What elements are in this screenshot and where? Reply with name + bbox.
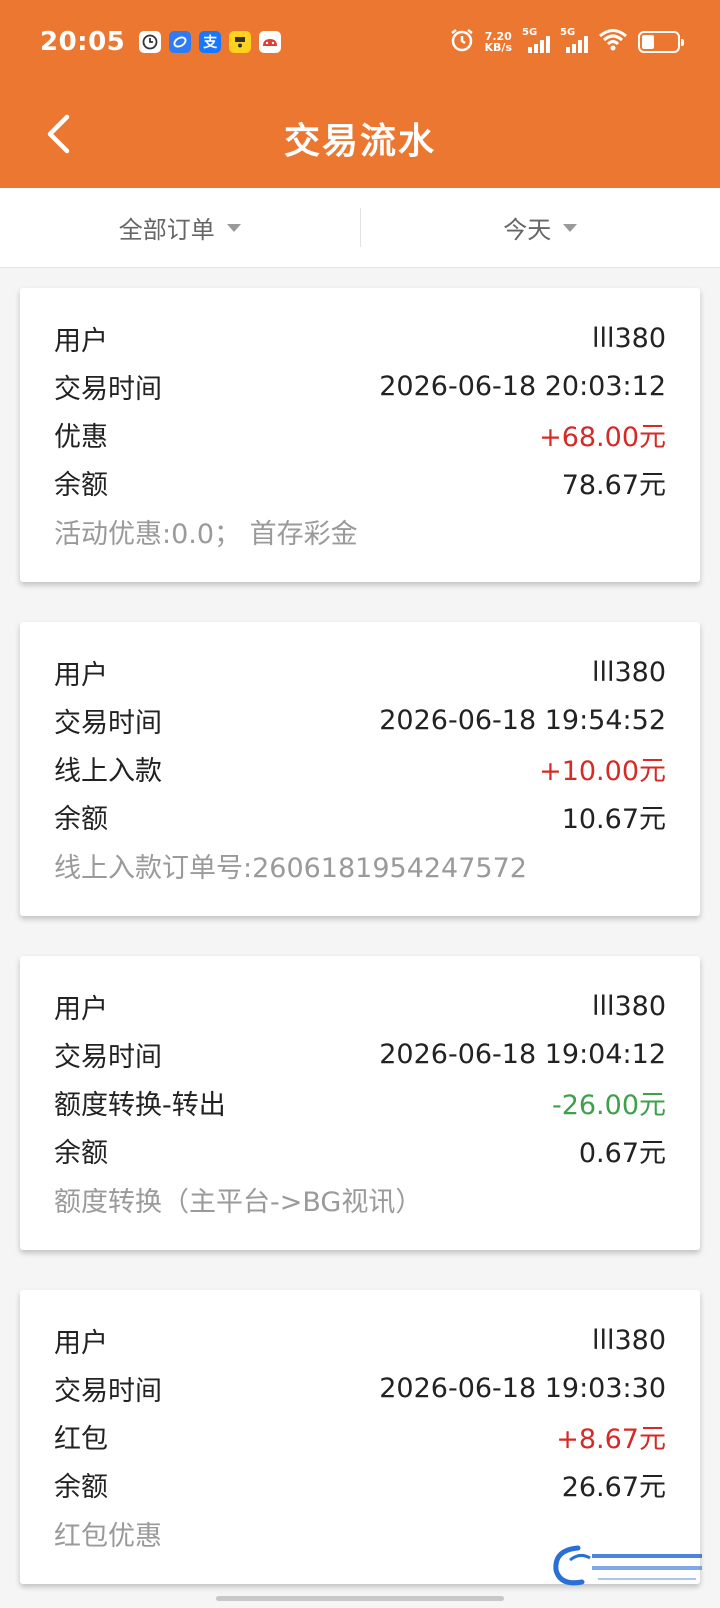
time-value: 2026-06-18 19:04:12: [379, 1038, 666, 1070]
type-label: 优惠: [54, 421, 108, 453]
balance-value: 26.67元: [561, 1471, 666, 1503]
battery-icon: [638, 31, 684, 53]
watermark-logo: [548, 1540, 708, 1590]
balance-label: 余额: [54, 803, 108, 835]
transaction-card[interactable]: 用户 lll380 交易时间 2026-06-18 19:54:52 线上入款 +10…: [20, 622, 700, 916]
user-label: 用户: [54, 659, 108, 691]
page-title: 交易流水: [283, 121, 436, 162]
signal-1-label: 5G: [522, 27, 538, 38]
status-time: 20:05: [40, 27, 126, 57]
alipay-app-icon: 支: [199, 31, 222, 53]
transaction-note: 活动优惠:0.0； 首存彩金: [54, 518, 358, 550]
amount-value: +8.67元: [556, 1423, 666, 1455]
alarm-icon: [449, 27, 475, 57]
type-label: 红包: [54, 1423, 108, 1455]
status-app-icons: 支: [139, 31, 282, 53]
date-filter-label: 今天: [503, 216, 552, 244]
clock-app-icon: [139, 31, 162, 53]
user-value: lll380: [591, 656, 666, 688]
user-value: lll380: [591, 322, 666, 354]
user-label: 用户: [54, 325, 108, 357]
taobao-app-icon: [229, 31, 252, 53]
title-bar: 交易流水: [0, 84, 720, 188]
caret-down-icon: [226, 223, 241, 232]
user-label: 用户: [54, 1327, 108, 1359]
balance-value: 10.67元: [561, 803, 666, 835]
user-label: 用户: [54, 993, 108, 1025]
user-value: lll380: [591, 990, 666, 1022]
signal-2-icon: 5G: [560, 27, 588, 53]
balance-value: 0.67元: [578, 1137, 666, 1169]
time-value: 2026-06-18 19:03:30: [379, 1372, 666, 1404]
wifi-icon: [598, 28, 628, 56]
transaction-card[interactable]: 用户 lll380 交易时间 2026-06-18 20:03:12 优惠 +68.0…: [20, 288, 700, 582]
order-type-label: 全部订单: [118, 216, 215, 244]
filter-bar: 全部订单 今天: [0, 188, 720, 268]
amount-value: +68.00元: [539, 421, 666, 453]
amount-value: -26.00元: [551, 1089, 666, 1121]
time-value: 2026-06-18 19:54:52: [379, 704, 666, 736]
balance-value: 78.67元: [561, 469, 666, 501]
time-label: 交易时间: [54, 1375, 162, 1407]
transaction-note: 额度转换（主平台->BG视讯）: [54, 1186, 423, 1218]
caret-down-icon: [563, 223, 578, 232]
type-label: 额度转换-转出: [54, 1089, 226, 1121]
balance-label: 余额: [54, 1137, 108, 1169]
battery-fill: [642, 35, 654, 49]
time-label: 交易时间: [54, 707, 162, 739]
order-type-filter[interactable]: 全部订单: [0, 188, 360, 267]
amount-value: +10.00元: [539, 755, 666, 787]
game-app-icon: [259, 31, 282, 53]
time-value: 2026-06-18 20:03:12: [379, 370, 666, 402]
time-label: 交易时间: [54, 373, 162, 405]
browser-app-icon: [169, 31, 192, 53]
status-bar: 20:05 支 7.20 KB/s 5G 5G: [0, 0, 720, 84]
status-indicators: 7.20 KB/s 5G 5G: [449, 27, 684, 57]
signal-2-label: 5G: [560, 27, 576, 38]
type-label: 线上入款: [54, 755, 162, 787]
network-speed-unit: KB/s: [484, 41, 512, 54]
signal-1-icon: 5G: [522, 27, 550, 53]
user-value: lll380: [591, 1324, 666, 1356]
home-indicator[interactable]: [216, 1596, 504, 1601]
balance-label: 余额: [54, 1471, 108, 1503]
date-filter[interactable]: 今天: [361, 188, 720, 267]
network-speed: 7.20 KB/s: [485, 31, 512, 53]
time-label: 交易时间: [54, 1041, 162, 1073]
transaction-note: 线上入款订单号:2606181954247572: [54, 852, 527, 884]
app-header: 20:05 支 7.20 KB/s 5G 5G 交易流水: [0, 0, 720, 188]
balance-label: 余额: [54, 469, 108, 501]
transaction-card[interactable]: 用户 lll380 交易时间 2026-06-18 19:04:12 额度转换-转出…: [20, 956, 700, 1250]
